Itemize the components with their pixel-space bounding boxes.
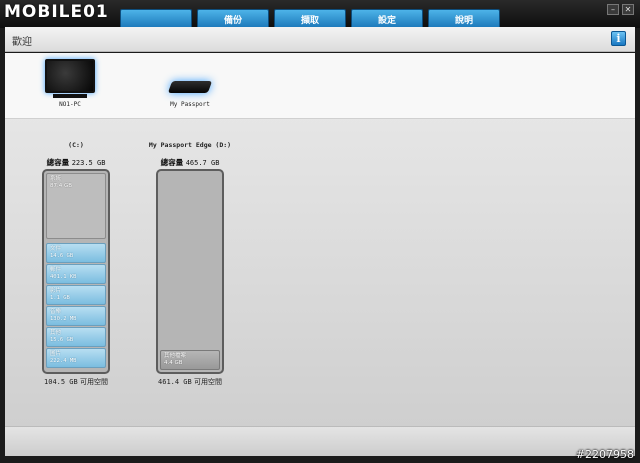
page-title: 歡迎 xyxy=(12,37,32,48)
volume-c-total-value: 223.5 GB xyxy=(71,159,106,167)
volume-d-name: My Passport Edge (D:) xyxy=(148,141,232,149)
video-segment[interactable]: 影片 1.1 GB xyxy=(46,285,106,305)
app-logo: MOBILE01 xyxy=(4,2,109,22)
other-segment[interactable]: 其他 15.6 GB xyxy=(46,327,106,347)
music-value: 130.2 MB xyxy=(50,316,77,322)
tab-retrieve[interactable]: 擷取 xyxy=(274,9,346,28)
tab-settings[interactable]: 設定 xyxy=(351,9,423,28)
mail-label: 郵件 xyxy=(50,267,62,273)
volume-c-usage-bar[interactable]: 系統 87.4 GB 文件 14.6 GB 郵件 401.1 KB 影片 1.1 GB… xyxy=(42,169,110,374)
volume-d-free-label: 可用空間 xyxy=(193,378,222,386)
minimize-button[interactable]: – xyxy=(607,4,619,15)
video-value: 1.1 GB xyxy=(50,295,70,301)
volume-d-free-space: 461.4 GB 可用空間 xyxy=(150,377,230,387)
system-segment-value: 87.4 GB xyxy=(50,183,73,189)
other-value: 15.6 GB xyxy=(50,337,74,343)
documents-label: 文件 xyxy=(50,246,62,252)
volume-c-free-value: 104.5 GB xyxy=(44,378,78,386)
tab-home[interactable] xyxy=(120,9,192,28)
photos-value: 222.4 MB xyxy=(50,358,77,364)
volume-c-free-label: 可用空間 xyxy=(79,378,108,386)
video-label: 影片 xyxy=(50,288,62,294)
volume-d-total-label: 總容量 xyxy=(160,158,184,167)
main-content: NO1-PC My Passport (C:) 總容量 223.5 GB 系統 … xyxy=(5,53,635,426)
other-files-segment[interactable]: 其他檔案 4.4 GB xyxy=(160,350,220,370)
photos-segment[interactable]: 圖片 222.4 MB xyxy=(46,348,106,368)
device-passport[interactable]: My Passport xyxy=(160,59,220,108)
volume-d-free-value: 461.4 GB xyxy=(158,378,192,386)
volume-c-name: (C:) xyxy=(68,141,84,149)
window-controls: – ✕ xyxy=(607,4,634,15)
music-label: 音樂 xyxy=(50,309,62,315)
mail-segment[interactable]: 郵件 401.1 KB xyxy=(46,264,106,284)
system-segment-label: 系統 xyxy=(50,176,62,182)
music-segment[interactable]: 音樂 130.2 MB xyxy=(46,306,106,326)
bottom-status-bar xyxy=(5,426,635,456)
volume-c-free-space: 104.5 GB 可用空間 xyxy=(36,377,116,387)
other-files-value: 4.4 GB xyxy=(164,360,183,366)
volume-c-header: (C:) 總容量 223.5 GB xyxy=(36,141,116,168)
device-pc[interactable]: NO1-PC xyxy=(45,59,95,108)
volume-d-header: My Passport Edge (D:) 總容量 465.7 GB xyxy=(142,141,238,168)
title-bar: MOBILE01 備份 擷取 設定 說明 – ✕ xyxy=(0,0,640,28)
system-segment[interactable]: 系統 87.4 GB xyxy=(46,173,106,239)
documents-segment[interactable]: 文件 14.6 GB xyxy=(46,243,106,263)
monitor-stand xyxy=(53,94,87,98)
devices-strip: NO1-PC My Passport xyxy=(5,53,635,119)
device-passport-label: My Passport xyxy=(170,101,210,108)
other-label: 其他 xyxy=(50,330,62,336)
device-pc-label: NO1-PC xyxy=(59,101,81,108)
tab-help[interactable]: 說明 xyxy=(428,9,500,28)
volume-d-usage-bar[interactable]: 其他檔案 4.4 GB xyxy=(156,169,224,374)
tab-backup[interactable]: 備份 xyxy=(197,9,269,28)
other-files-label: 其他檔案 xyxy=(164,353,187,359)
close-button[interactable]: ✕ xyxy=(622,4,634,15)
volume-c-total: 總容量 223.5 GB xyxy=(36,157,116,168)
documents-value: 14.6 GB xyxy=(50,253,74,259)
page-header: 歡迎 i xyxy=(5,27,635,52)
volume-d-total-value: 465.7 GB xyxy=(185,159,220,167)
mail-value: 401.1 KB xyxy=(50,274,77,280)
monitor-icon xyxy=(45,59,95,93)
external-drive-icon xyxy=(167,81,213,93)
volume-d-total: 總容量 465.7 GB xyxy=(142,157,238,168)
watermark: #2207958 xyxy=(575,448,634,461)
volume-c-total-label: 總容量 xyxy=(46,158,70,167)
photos-label: 圖片 xyxy=(50,351,62,357)
info-button[interactable]: i xyxy=(611,31,626,46)
tab-bar: 備份 擷取 設定 說明 xyxy=(120,9,505,28)
